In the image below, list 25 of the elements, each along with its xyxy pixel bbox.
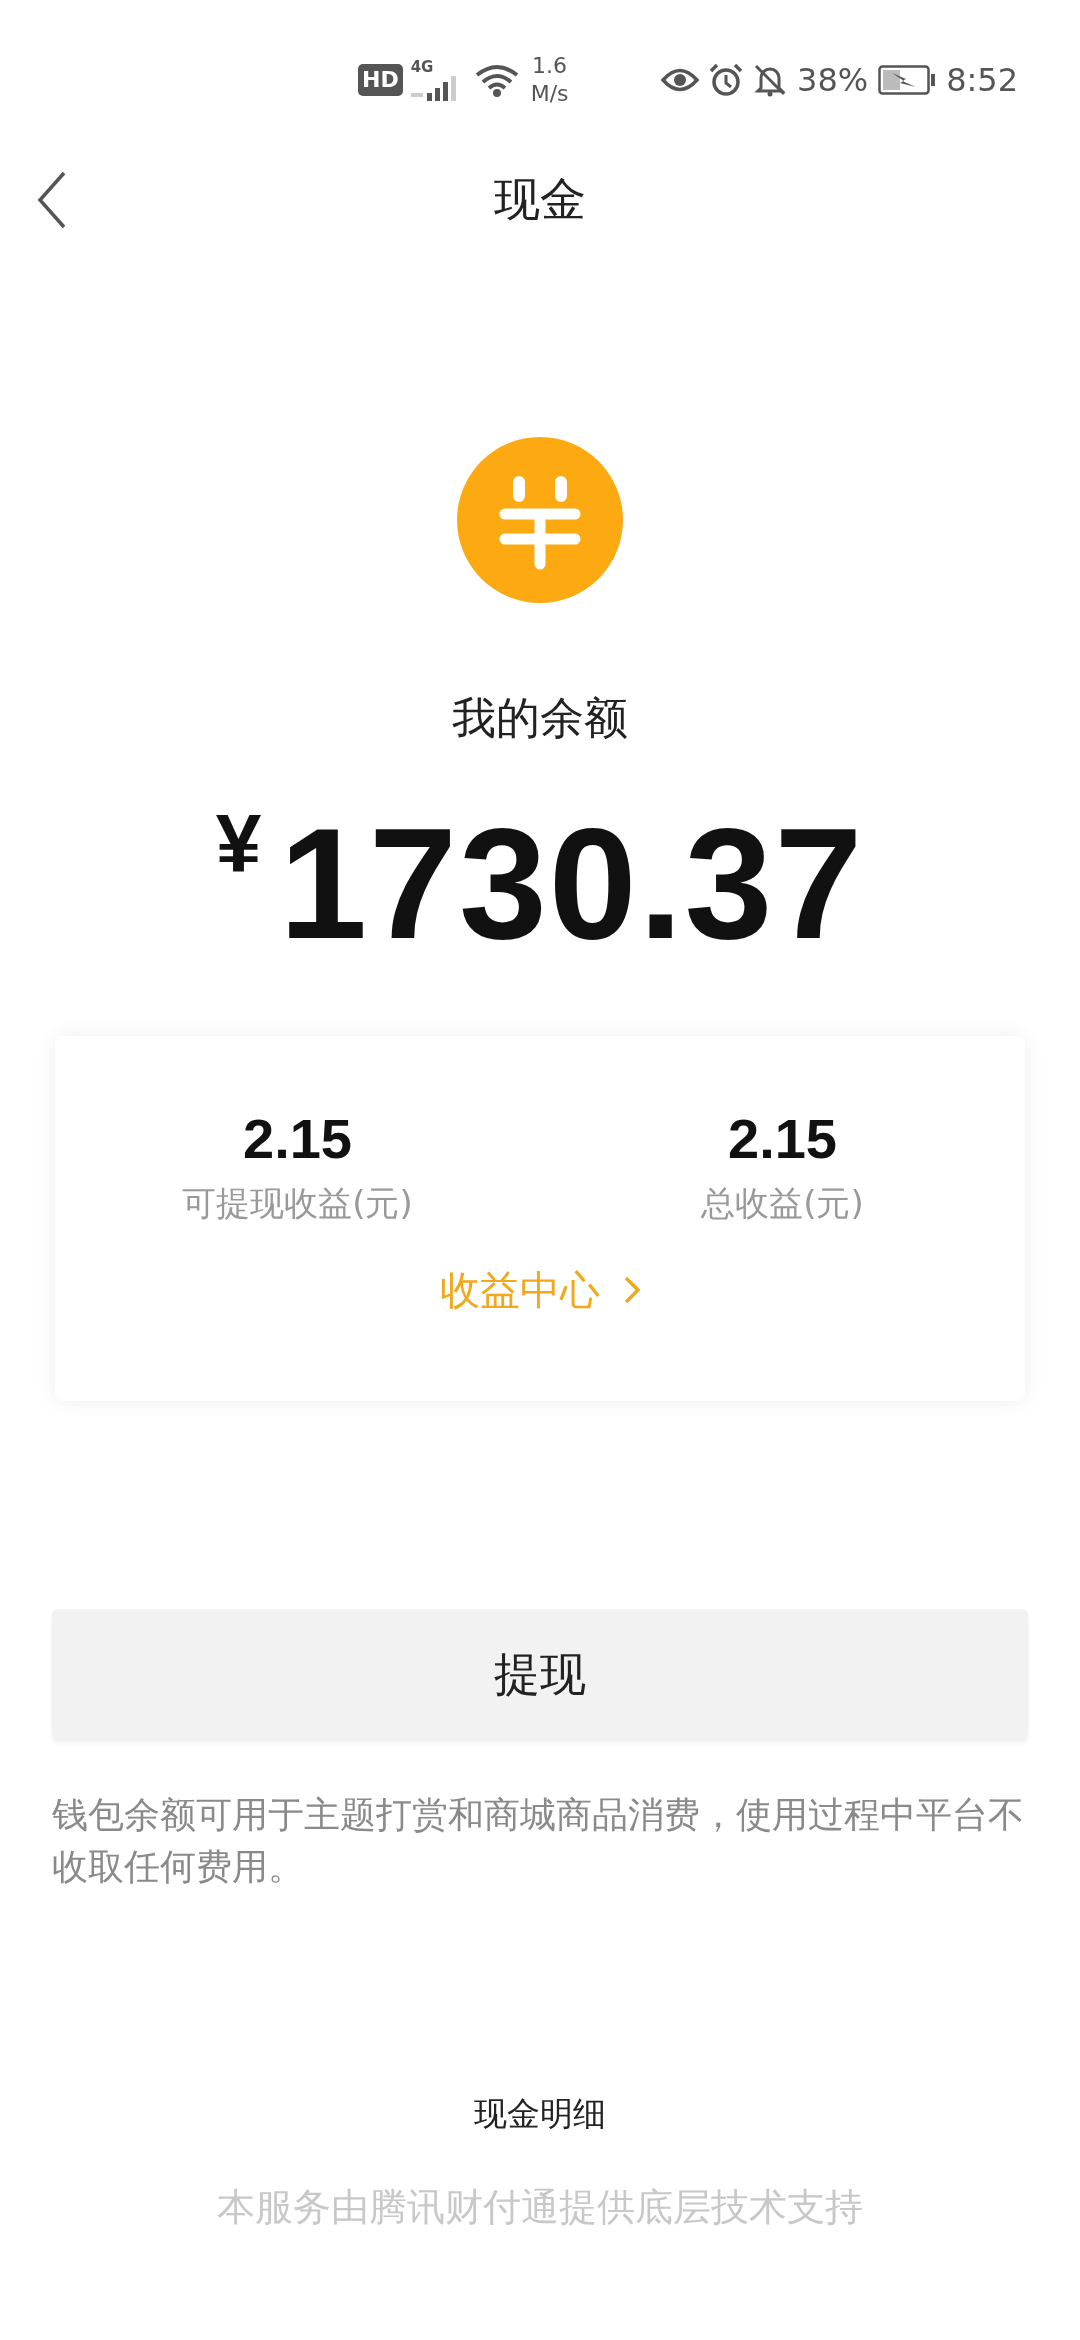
cash-details-link[interactable]: 现金明细 — [474, 2091, 606, 2137]
withdraw-button[interactable]: 提现 — [52, 1609, 1028, 1741]
stat-label: 总收益(元) — [701, 1182, 864, 1225]
balance-amount: 1730.37 — [279, 798, 865, 968]
balance-label: 我的余额 — [452, 691, 628, 745]
stat-label: 可提现收益(元) — [182, 1182, 413, 1225]
stat-value: 2.15 — [728, 1106, 837, 1172]
notice-text: 钱包余额可用于主题打赏和商城商品消费，使用过程中平台不收取任何费用。 — [52, 1793, 1025, 1889]
battery-charging-icon — [878, 65, 937, 95]
eye-icon — [661, 67, 699, 93]
coin-icon — [457, 437, 623, 603]
back-icon — [37, 171, 67, 229]
battery-percent: 38% — [797, 61, 869, 99]
alarm-icon — [709, 63, 743, 97]
network-speed: 1.6 — [532, 52, 568, 80]
wifi-icon — [474, 63, 519, 97]
stat-value: 2.15 — [243, 1106, 352, 1172]
hd-badge: HD — [358, 64, 403, 96]
currency-symbol: ¥ — [215, 798, 262, 888]
clock-time: 8:52 — [946, 61, 1018, 99]
page-title: 现金 — [494, 171, 586, 228]
speed-unit: M/s — [530, 80, 569, 108]
network-type: 4G — [410, 59, 434, 75]
chevron-right-icon — [624, 1276, 640, 1304]
bell-off-icon — [753, 63, 787, 97]
